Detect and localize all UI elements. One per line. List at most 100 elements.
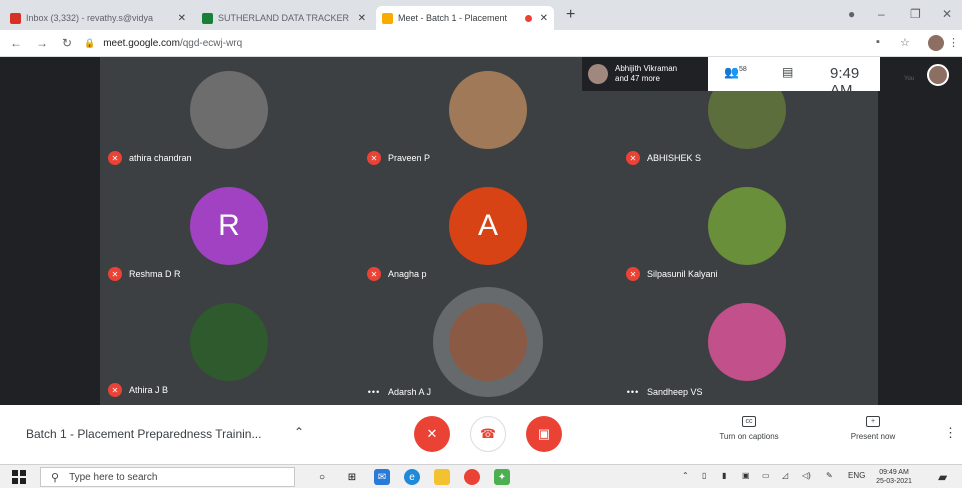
language-indicator[interactable]: ENG — [848, 471, 865, 480]
participant-name-row: ✕ ABHISHEK S — [626, 151, 701, 165]
participant-name-row: ✕ Praveen P — [367, 151, 430, 165]
audio-level-icon: ••• — [367, 387, 381, 397]
task-view-icon[interactable]: ⊞ — [344, 469, 360, 485]
url-path: /qgd-ecwj-wrq — [179, 37, 243, 49]
captions-icon: cc — [742, 416, 756, 427]
participant-tile[interactable]: ✕ athira chandran — [100, 57, 359, 173]
participant-name: Adarsh A J — [388, 387, 432, 397]
tab-title: Meet - Batch 1 - Placement — [398, 13, 508, 23]
present-now-button[interactable]: + Present now — [828, 416, 918, 441]
participant-initial-avatar: A — [449, 187, 527, 265]
participant-photo — [190, 303, 268, 381]
mic-muted-icon: ✕ — [367, 151, 381, 165]
participant-name: athira chandran — [129, 153, 192, 163]
present-label: Present now — [850, 432, 896, 441]
participant-tile[interactable]: R ✕ Reshma D R — [100, 173, 359, 289]
battery-icon[interactable]: ▭ — [762, 471, 770, 480]
participant-name: Anagha p — [388, 269, 427, 279]
menu-icon[interactable]: ⋮ — [948, 36, 959, 49]
system-date: 25-03-2021 — [876, 478, 912, 485]
system-clock[interactable]: 09:49 AM 25-03-2021 — [876, 468, 912, 486]
chevron-up-icon[interactable]: ⌃ — [682, 471, 689, 480]
pen-icon[interactable]: ✎ — [826, 471, 833, 480]
camera-off-icon: ▣ — [537, 426, 551, 441]
chrome-icon[interactable] — [464, 469, 480, 485]
camera-permission-icon[interactable]: ▪ — [876, 36, 880, 48]
participant-tile[interactable]: ••• Sandheep VS — [618, 289, 877, 405]
cortana-icon[interactable]: ○ — [314, 469, 330, 485]
record-icon: ● — [848, 7, 856, 21]
participant-photo — [708, 303, 786, 381]
meet-stage: ✕ athira chandran ✕ Praveen P ✕ ABHISHEK… — [0, 57, 962, 405]
participant-tile[interactable]: ••• Adarsh A J — [359, 287, 618, 405]
photos-icon[interactable]: ✦ — [494, 469, 510, 485]
participant-grid: ✕ athira chandran ✕ Praveen P ✕ ABHISHEK… — [100, 57, 878, 405]
taskbar-search-box[interactable]: ⚲ Type here to search — [40, 467, 295, 487]
search-placeholder: Type here to search — [69, 471, 158, 483]
screen: Inbox (3,332) - revathy.s@vidya ✕ SUTHER… — [0, 0, 962, 488]
url-field[interactable]: 🔒 meet.google.com /qgd-ecwj-wrq — [84, 34, 864, 52]
edge-icon[interactable]: e — [404, 469, 420, 485]
captions-label: Turn on captions — [719, 432, 779, 441]
participant-name: Athira J B — [129, 385, 169, 395]
usb-icon[interactable]: ▮ — [722, 471, 726, 480]
participant-photo — [449, 71, 527, 149]
mail-app-icon[interactable]: ✉ — [374, 469, 390, 485]
profile-avatar[interactable] — [928, 35, 944, 51]
mic-toggle-button[interactable]: ✕ — [414, 416, 450, 452]
audio-level-icon: ••• — [626, 387, 640, 397]
close-icon[interactable]: ✕ — [178, 13, 186, 24]
participant-tile[interactable]: A ✕ Anagha p — [359, 173, 618, 289]
participant-name-row: ✕ Athira J B — [108, 383, 168, 397]
presenter-text: Abhijith Vikraman and 47 more — [615, 64, 677, 84]
meeting-clock: 9:49 AM — [830, 65, 860, 99]
participant-name-row: ✕ Silpasunil Kalyani — [626, 267, 718, 281]
lock-icon: 🔒 — [84, 37, 96, 48]
recording-icon — [524, 14, 532, 22]
tab-title: Inbox (3,332) - revathy.s@vidya — [26, 13, 154, 23]
participant-tile[interactable]: ✕ Praveen P — [359, 57, 618, 173]
participant-name-row: ••• Sandheep VS — [626, 387, 703, 397]
camera-toggle-button[interactable]: ▣ — [526, 416, 562, 452]
close-icon[interactable]: ✕ — [540, 13, 548, 24]
volume-icon[interactable]: ◁) — [802, 471, 811, 480]
reload-icon[interactable]: ↻ — [62, 36, 72, 50]
participant-name-row: ✕ athira chandran — [108, 151, 192, 165]
meeting-title[interactable]: Batch 1 - Placement Preparedness Trainin… — [26, 427, 261, 441]
more-options-icon[interactable]: ⋮ — [944, 425, 957, 441]
hang-up-icon: ☎ — [479, 426, 497, 441]
participant-tile[interactable]: ✕ Silpasunil Kalyani — [618, 173, 877, 289]
system-time: 09:49 AM — [879, 469, 909, 476]
chat-icon[interactable]: ▤ — [782, 65, 793, 79]
app-tray-icon[interactable]: ▣ — [742, 471, 750, 480]
forward-icon[interactable]: → — [36, 36, 48, 50]
back-icon[interactable]: ← — [10, 36, 22, 50]
mic-muted-icon: ✕ — [108, 267, 122, 281]
close-window-icon[interactable]: ✕ — [942, 7, 952, 21]
minimize-icon[interactable]: – — [878, 7, 885, 21]
presenter-chip[interactable]: Abhijith Vikraman and 47 more — [582, 57, 708, 91]
participant-tile[interactable]: ✕ Athira J B — [100, 289, 359, 405]
tab-meet[interactable]: Meet - Batch 1 - Placement ✕ — [376, 6, 554, 30]
participant-name-row: ✕ Anagha p — [367, 267, 427, 281]
windows-start-icon[interactable] — [12, 470, 26, 484]
device-icon[interactable]: ▯ — [702, 471, 706, 480]
people-button[interactable]: 👥58 — [724, 65, 747, 79]
gmail-icon — [10, 12, 21, 24]
file-explorer-icon[interactable] — [434, 469, 450, 485]
chevron-up-icon[interactable]: ⌃ — [294, 425, 304, 439]
tab-gmail[interactable]: Inbox (3,332) - revathy.s@vidya ✕ — [4, 6, 192, 30]
leave-call-button[interactable]: ☎ — [470, 416, 506, 452]
captions-button[interactable]: cc Turn on captions — [704, 416, 794, 441]
maximize-icon[interactable]: ❐ — [910, 7, 921, 21]
presenter-name: Abhijith Vikraman — [615, 64, 678, 73]
tab-sheets[interactable]: SUTHERLAND DATA TRACKER ✕ — [196, 6, 372, 30]
network-icon[interactable]: ◿ — [782, 471, 788, 480]
new-tab-button[interactable]: + — [566, 6, 575, 24]
bookmark-star-icon[interactable]: ☆ — [900, 36, 910, 49]
notification-icon[interactable]: ▰ — [938, 470, 947, 484]
participant-name: Praveen P — [388, 153, 431, 163]
participant-name: Sandheep VS — [647, 387, 703, 397]
close-icon[interactable]: ✕ — [358, 13, 366, 24]
self-avatar[interactable] — [927, 64, 949, 86]
